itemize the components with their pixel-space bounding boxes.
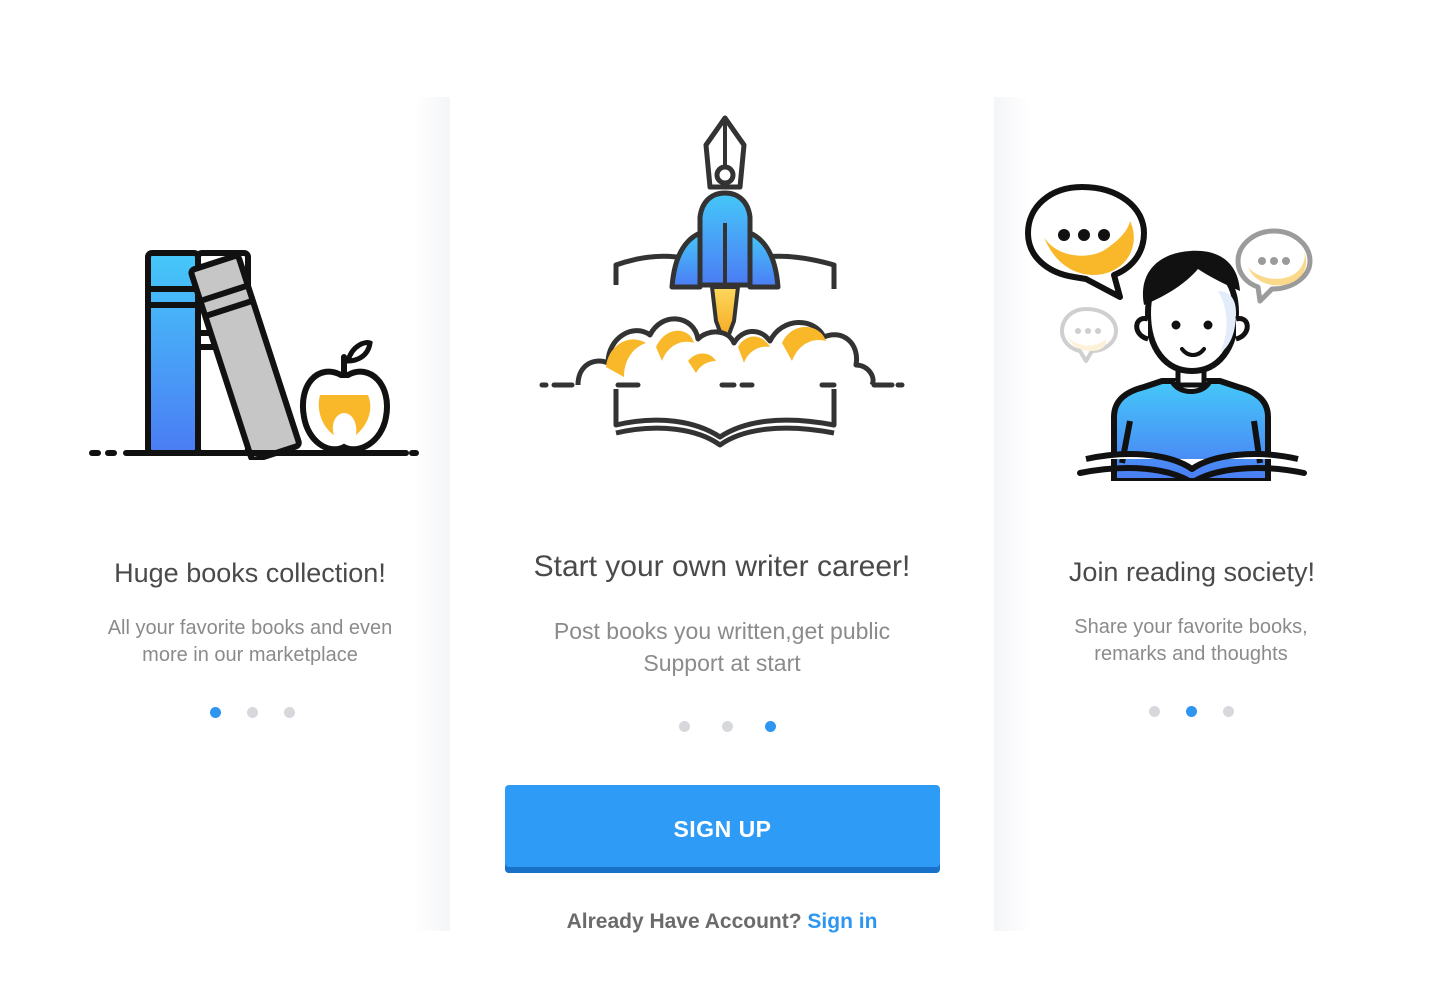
sign-in-prompt: Already Have Account? Sign in — [450, 910, 994, 934]
slide-description-line1: Share your favorite books, — [1074, 616, 1308, 638]
pagination-dots — [994, 706, 1440, 717]
slide-description-line2: Support at start — [643, 650, 801, 676]
slide-title: Start your own writer career! — [533, 550, 911, 583]
slide-description-line2: remarks and thoughts — [1094, 643, 1288, 665]
pagination-dots — [0, 707, 450, 718]
pen-rocket-book-icon — [539, 115, 905, 448]
pagination-dot-1[interactable] — [210, 707, 221, 718]
sign-up-button[interactable]: SIGN UP — [505, 785, 940, 873]
pagination-dot-2[interactable] — [1185, 706, 1197, 717]
pagination-dots — [450, 721, 994, 732]
pagination-dot-3[interactable] — [764, 721, 776, 732]
reader-chat-icon — [1025, 184, 1313, 481]
slide-description-line1: All your favorite books and even — [107, 617, 393, 639]
slide-description-line1: Post books you written,get public — [553, 618, 891, 644]
pagination-dot-3[interactable] — [1222, 706, 1234, 717]
pagination-dot-3[interactable] — [284, 707, 295, 718]
slide-title: Huge books collection! — [114, 558, 386, 588]
slide-description-line2: more in our marketplace — [142, 644, 358, 666]
pagination-dot-1[interactable] — [678, 721, 690, 732]
onboarding-slide-books: Huge books collection! All your favorite… — [0, 97, 450, 931]
pagination-dot-1[interactable] — [1148, 706, 1160, 717]
books-apple-icon — [89, 250, 419, 460]
pagination-dot-2[interactable] — [721, 721, 733, 732]
sign-in-link[interactable]: Sign in — [807, 910, 877, 933]
pagination-dot-2[interactable] — [247, 707, 258, 718]
onboarding-slide-society: Join reading society! Share your favorit… — [994, 97, 1440, 931]
onboarding-slide-writer: Start your own writer career! Post books… — [450, 97, 994, 934]
sign-in-prompt-text: Already Have Account? — [566, 910, 802, 933]
slide-title: Join reading society! — [1068, 557, 1316, 587]
